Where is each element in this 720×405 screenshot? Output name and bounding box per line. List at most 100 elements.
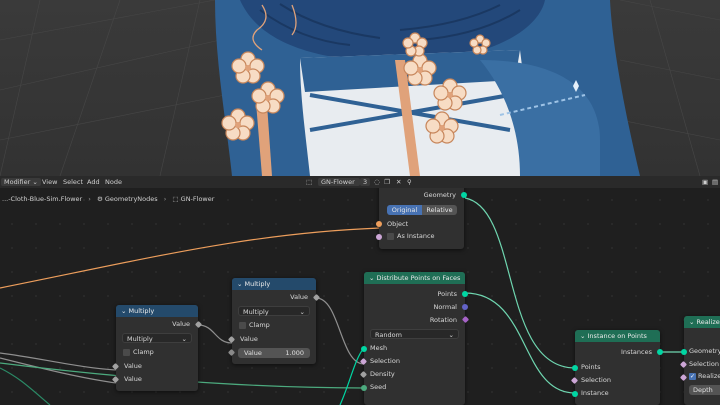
socket-label-value-out: Value xyxy=(172,320,190,328)
socket-label-points: Points xyxy=(581,363,601,371)
socket-instances-out[interactable] xyxy=(657,349,663,355)
socket-label-object: Object xyxy=(387,220,409,228)
chevron-right-icon: › xyxy=(88,195,91,203)
user-count[interactable]: 3 xyxy=(360,178,371,186)
sidebar-toggle-icon[interactable]: ▤ xyxy=(712,178,718,186)
chevron-down-icon: ⌄ xyxy=(689,318,697,326)
clamp-label: Clamp xyxy=(133,348,154,356)
chevron-down-icon: ⌄ xyxy=(369,274,377,282)
method-value: Random xyxy=(375,331,402,339)
socket-label-seed: Seed xyxy=(370,383,387,391)
chevron-down-icon: ⌄ xyxy=(181,335,187,343)
node-distribute-points-on-faces[interactable]: ⌄ Distribute Points on Faces Points Norm… xyxy=(359,272,470,405)
as-instance-label: As Instance xyxy=(397,232,435,240)
chevron-down-icon: ⌄ xyxy=(580,332,588,340)
socket-points-out[interactable] xyxy=(462,291,468,297)
socket-label-value-in-1: Value xyxy=(240,335,258,343)
socket-label-value-in-1: Value xyxy=(124,362,142,370)
socket-seed-in[interactable] xyxy=(361,385,367,391)
socket-label-instance: Instance xyxy=(581,389,609,397)
socket-label-selection: Selection xyxy=(370,357,400,365)
socket-label-normal: Normal xyxy=(433,303,457,311)
operation-select[interactable]: Multiply ⌄ xyxy=(238,306,310,316)
node-instance-on-points[interactable]: ⌄ Instance on Points Instances Points Se… xyxy=(570,330,663,405)
as-instance-checkbox[interactable] xyxy=(387,233,394,240)
node-tree-icon: ⬚ xyxy=(172,195,179,203)
duplicate-icon[interactable]: ❐ xyxy=(384,178,390,186)
socket-label-density: Density xyxy=(370,370,395,378)
socket-label-instances: Instances xyxy=(620,348,652,356)
node-title[interactable]: ⌄ Multiply xyxy=(116,305,198,317)
socket-label-value-in-2: Value xyxy=(124,375,142,383)
clamp-checkbox[interactable] xyxy=(239,322,246,329)
value-field-value: 1.000 xyxy=(285,349,304,357)
socket-label-geometry: Geometry xyxy=(423,191,456,199)
editor-type-label: Modifier xyxy=(4,178,31,186)
realize-label: Realize xyxy=(698,372,720,380)
menu-view[interactable]: View xyxy=(42,178,57,186)
menu-node[interactable]: Node xyxy=(105,178,122,186)
node-title[interactable]: ⌄ Distribute Points on Faces xyxy=(364,272,465,284)
node-object-info[interactable]: Geometry Original Relative Object As Ins… xyxy=(376,188,467,249)
editor-type-dropdown[interactable]: Modifier ⌄ xyxy=(1,178,41,186)
realize-checkbox[interactable]: ✓ xyxy=(689,373,696,380)
value-field[interactable]: Value 1.000 xyxy=(238,348,310,358)
socket-geometry-out[interactable] xyxy=(461,192,467,198)
socket-label-selection: Selection xyxy=(689,360,719,368)
socket-normal-out[interactable] xyxy=(462,304,468,310)
breadcrumb-group[interactable]: GN-Flower xyxy=(181,195,215,203)
chevron-down-icon: ⌄ xyxy=(32,178,38,186)
socket-object-in[interactable] xyxy=(376,221,382,227)
chevron-right-icon: › xyxy=(163,195,167,203)
socket-mesh-in[interactable] xyxy=(361,346,367,352)
socket-points-in[interactable] xyxy=(572,365,578,371)
modifier-icon: ⚙ xyxy=(96,195,103,203)
menu-add[interactable]: Add xyxy=(87,178,100,186)
node-multiply-2[interactable]: ⌄ Multiply Value Multiply ⌄ Clamp Value … xyxy=(227,278,321,364)
socket-label-value-out: Value xyxy=(290,293,308,301)
mode-relative-button[interactable]: Relative xyxy=(422,205,457,215)
node-title-text: Instance on Points xyxy=(587,332,647,340)
3d-viewport[interactable] xyxy=(0,0,720,176)
node-title-text: Realize xyxy=(696,318,720,326)
pin-icon[interactable]: ⚲ xyxy=(407,178,412,186)
node-multiply-1[interactable]: ⌄ Multiply Value Multiply ⌄ Clamp Value … xyxy=(111,305,203,391)
node-title-text: Distribute Points on Faces xyxy=(376,274,461,282)
operation-value: Multiply xyxy=(127,335,153,343)
breadcrumb-object[interactable]: ...-Cloth-Blue-Sim.Flower xyxy=(2,195,82,203)
node-realize-instances[interactable]: ⌄ Realize Geometry Selection ✓ Realize D… xyxy=(679,316,720,405)
socket-label-geometry: Geometry xyxy=(689,347,720,355)
depth-field[interactable]: Depth xyxy=(689,385,720,395)
menu-select[interactable]: Select xyxy=(63,178,83,186)
node-title-text: Multiply xyxy=(244,280,271,288)
operation-select[interactable]: Multiply ⌄ xyxy=(122,333,192,343)
node-title[interactable]: ⌄ Multiply xyxy=(232,278,316,290)
socket-label-rotation: Rotation xyxy=(429,316,457,324)
viewport-render xyxy=(0,0,720,176)
chevron-down-icon: ⌄ xyxy=(299,308,305,316)
socket-geometry-in[interactable] xyxy=(681,349,687,355)
depth-label: Depth xyxy=(693,386,713,394)
node-title-text: Multiply xyxy=(128,307,155,315)
clamp-label: Clamp xyxy=(249,321,270,329)
overlay-toggle-icon[interactable]: ▣ xyxy=(702,178,708,186)
breadcrumb: ...-Cloth-Blue-Sim.Flower › ⚙ GeometryNo… xyxy=(2,195,214,203)
node-title[interactable]: ⌄ Realize xyxy=(684,316,720,328)
node-title[interactable]: ⌄ Instance on Points xyxy=(575,330,660,342)
chevron-down-icon: ⌄ xyxy=(121,307,129,315)
node-tree-icon[interactable]: ⬚ xyxy=(306,178,312,186)
fake-user-shield-icon[interactable]: ◌ xyxy=(374,178,380,186)
chevron-down-icon: ⌄ xyxy=(448,331,454,339)
socket-as-instance-in[interactable] xyxy=(376,234,382,240)
close-icon[interactable]: ✕ xyxy=(396,178,401,186)
socket-label-selection: Selection xyxy=(581,376,611,384)
distribute-method-select[interactable]: Random ⌄ xyxy=(370,329,459,339)
socket-instance-in[interactable] xyxy=(572,391,578,397)
clamp-checkbox[interactable] xyxy=(123,349,130,356)
operation-value: Multiply xyxy=(243,308,269,316)
breadcrumb-modifier[interactable]: GeometryNodes xyxy=(105,195,158,203)
socket-label-mesh: Mesh xyxy=(370,344,388,352)
node-group-selector[interactable]: GN-Flower xyxy=(318,178,360,186)
mode-original-button[interactable]: Original xyxy=(387,205,422,215)
node-editor-canvas[interactable]: ...-Cloth-Blue-Sim.Flower › ⚙ GeometryNo… xyxy=(0,188,720,405)
